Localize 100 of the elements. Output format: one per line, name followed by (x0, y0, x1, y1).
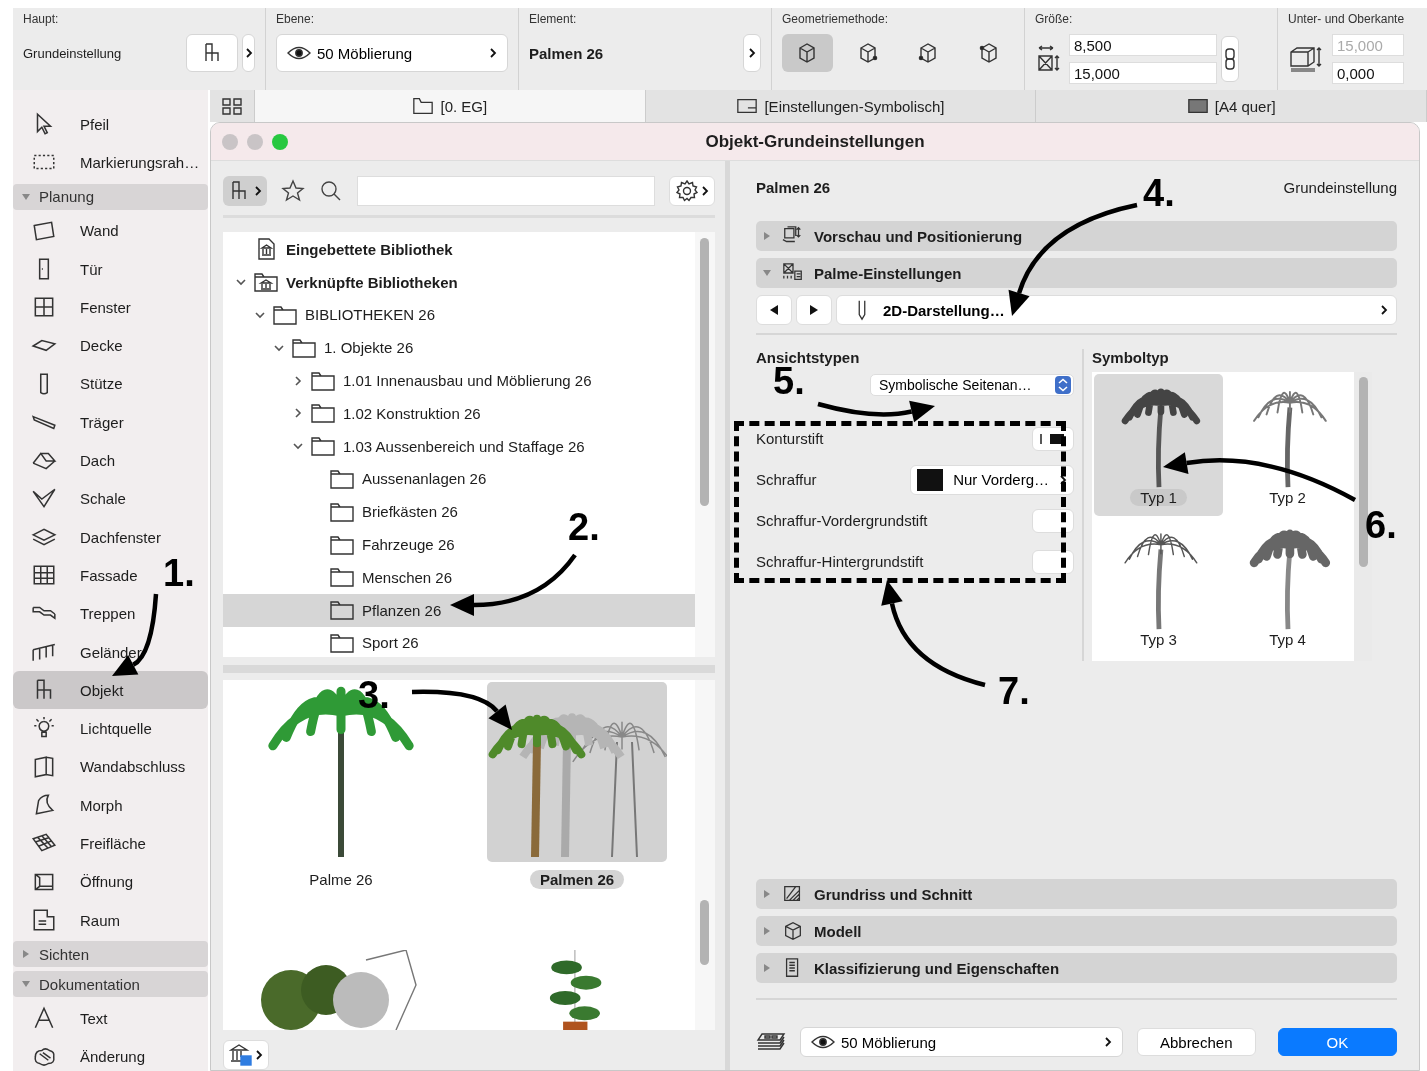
layer-dropdown[interactable]: 50 Möblierung (800, 1027, 1123, 1057)
sidebar-tool[interactable]: Lichtquelle (13, 709, 158, 748)
sidebar-tool[interactable]: Schale (13, 479, 132, 518)
ok-button[interactable]: OK (1277, 1028, 1397, 1056)
tree-item[interactable]: Briefkästen 26 (223, 495, 464, 529)
dialog-title: Objekt-Grundeinstellungen (705, 131, 925, 152)
section-header[interactable]: Modell (756, 916, 1397, 946)
tree-item[interactable]: 1.03 Aussenbereich und Staffage 26 (223, 429, 591, 463)
color-swatch (917, 468, 944, 491)
tree-item[interactable]: Aussenanlagen 26 (223, 462, 493, 496)
sidebar-group[interactable]: Planung (13, 183, 208, 210)
sidebar-tool[interactable]: Fassade (13, 556, 144, 595)
cube-icon (782, 920, 804, 942)
step-number: 4. (1143, 174, 1175, 212)
tree-item[interactable]: 1.02 Konstruktion 26 (223, 397, 487, 430)
sidebar-tool[interactable]: Öffnung (13, 862, 140, 901)
tree-item[interactable]: 1.01 Innenausbau und Möblierung 26 (223, 364, 598, 397)
column-heading: Symboltyp (1092, 349, 1170, 366)
pen-selector[interactable] (1032, 549, 1074, 574)
pen-selector[interactable] (1032, 508, 1074, 533)
chevron-icon (1380, 304, 1388, 316)
section-header[interactable]: Vorschau und Positionierung (756, 221, 1397, 251)
section-label: Geometriemethode: (782, 12, 890, 26)
section-header[interactable]: Grundriss und Schnitt (756, 879, 1397, 909)
chevron-button[interactable] (242, 34, 255, 72)
tree-item[interactable]: Eingebettete Bibliothek (223, 233, 459, 266)
sidebar-tool[interactable]: Freifläche (13, 824, 152, 863)
eye-icon (811, 1035, 835, 1049)
elevation-field[interactable]: 0,000 (1332, 62, 1404, 84)
scrollbar-thumb[interactable] (700, 900, 709, 965)
sidebar-tool[interactable]: Treppen (13, 594, 142, 633)
symbol-type-option[interactable]: Typ 3 (1094, 516, 1223, 658)
sidebar-group[interactable]: Dokumentation (13, 971, 208, 998)
gallery-label[interactable]: Palme 26 (299, 870, 383, 889)
view-type-dropdown[interactable]: Symbolische Seitenan… (870, 374, 1074, 396)
chevron-icon (701, 185, 709, 197)
folder-icon (272, 304, 298, 326)
chevron-button[interactable] (743, 34, 761, 72)
tree-item[interactable]: Verknüpfte Bibliotheken (223, 265, 464, 299)
size-field[interactable]: 8,500 (1069, 34, 1217, 56)
sidebar-tool[interactable]: Objekt (13, 671, 208, 710)
chevron-icon[interactable] (292, 407, 304, 420)
link-button[interactable] (1221, 36, 1239, 82)
object-type-button[interactable] (223, 176, 267, 206)
sidebar-tool[interactable]: Änderung (13, 1037, 152, 1071)
star-icon[interactable] (281, 179, 305, 203)
search-field[interactable] (357, 176, 655, 206)
next-page-button[interactable] (796, 295, 832, 325)
sidebar-tool[interactable]: Wandabschluss (13, 747, 192, 787)
sidebar-tool[interactable]: Fenster (13, 288, 137, 327)
view-tab[interactable]: [0. EG] (255, 90, 646, 122)
sidebar-tool[interactable]: Geländer (13, 632, 148, 672)
tree-item[interactable]: Menschen 26 (223, 560, 459, 594)
geometry-method-button[interactable] (782, 34, 833, 72)
section-header[interactable]: Klassifizierung und Eigenschaften (756, 953, 1397, 983)
scrollbar-thumb[interactable] (1359, 377, 1368, 567)
tree-item[interactable]: 1. Objekte 26 (223, 331, 420, 365)
section-label: Unter- und Oberkante (1288, 12, 1406, 26)
previous-page-button[interactable] (756, 295, 792, 325)
sidebar-tool[interactable]: Wand (13, 211, 125, 250)
sidebar-tool[interactable]: Dach (13, 441, 122, 480)
symbol-type-option[interactable]: Typ 1 (1094, 374, 1223, 516)
sidebar-tool[interactable]: Decke (13, 326, 129, 365)
sidebar-tool[interactable]: Markierungsrah… (13, 143, 206, 182)
page-selector[interactable]: 2D-Darstellung… (836, 295, 1397, 325)
section-label: Größe: (1035, 12, 1074, 26)
settings-button[interactable] (669, 176, 715, 206)
chevron-icon[interactable] (292, 374, 304, 387)
sidebar-tool[interactable]: Text (13, 999, 114, 1038)
symbol-type-option[interactable]: Typ 4 (1223, 516, 1352, 658)
symbol-type-option[interactable]: Typ 2 (1223, 374, 1352, 516)
layer-dropdown[interactable]: 50 Möblierung (276, 34, 508, 72)
section-header[interactable]: Palme-Einstellungen (756, 258, 1397, 288)
library-manager-button[interactable] (223, 1040, 269, 1070)
tree-item[interactable]: Sport 26 (223, 626, 425, 660)
palm-group-thumbnail[interactable] (487, 682, 667, 862)
scrollbar-thumb[interactable] (700, 238, 709, 506)
sidebar-tool[interactable]: Raum (13, 900, 126, 940)
sidebar-tool[interactable]: Träger (13, 403, 130, 442)
sidebar-tool[interactable]: Dachfenster (13, 517, 167, 557)
fill-selector[interactable]: Nur Vorderg… (910, 464, 1074, 495)
library-icon (229, 1043, 253, 1067)
chevron-icon[interactable] (254, 309, 266, 321)
cancel-button[interactable]: Abbrechen (1136, 1028, 1256, 1056)
sidebar-tool[interactable]: Stütze (13, 364, 129, 404)
size-field[interactable]: 15,000 (1069, 62, 1217, 84)
sidebar-tool[interactable]: Pfeil (13, 105, 116, 144)
object-tool-button[interactable] (186, 34, 238, 72)
sidebar-tool[interactable]: Tür (13, 249, 109, 289)
chevron-icon (489, 47, 497, 59)
tree-item[interactable]: Pflanzen 26 (223, 593, 695, 627)
pen-selector[interactable] (1032, 426, 1074, 451)
sidebar-group[interactable]: Sichten (13, 941, 208, 968)
tree-item[interactable]: Fahrzeuge 26 (223, 528, 461, 561)
floor-plan-icon (412, 95, 435, 117)
gallery-label[interactable]: Palmen 26 (529, 870, 625, 889)
tree-item[interactable]: BIBLIOTHEKEN 26 (223, 298, 442, 332)
search-icon[interactable] (319, 179, 343, 203)
sidebar-tool[interactable]: Morph (13, 786, 129, 825)
left-triangle-icon (769, 304, 779, 316)
